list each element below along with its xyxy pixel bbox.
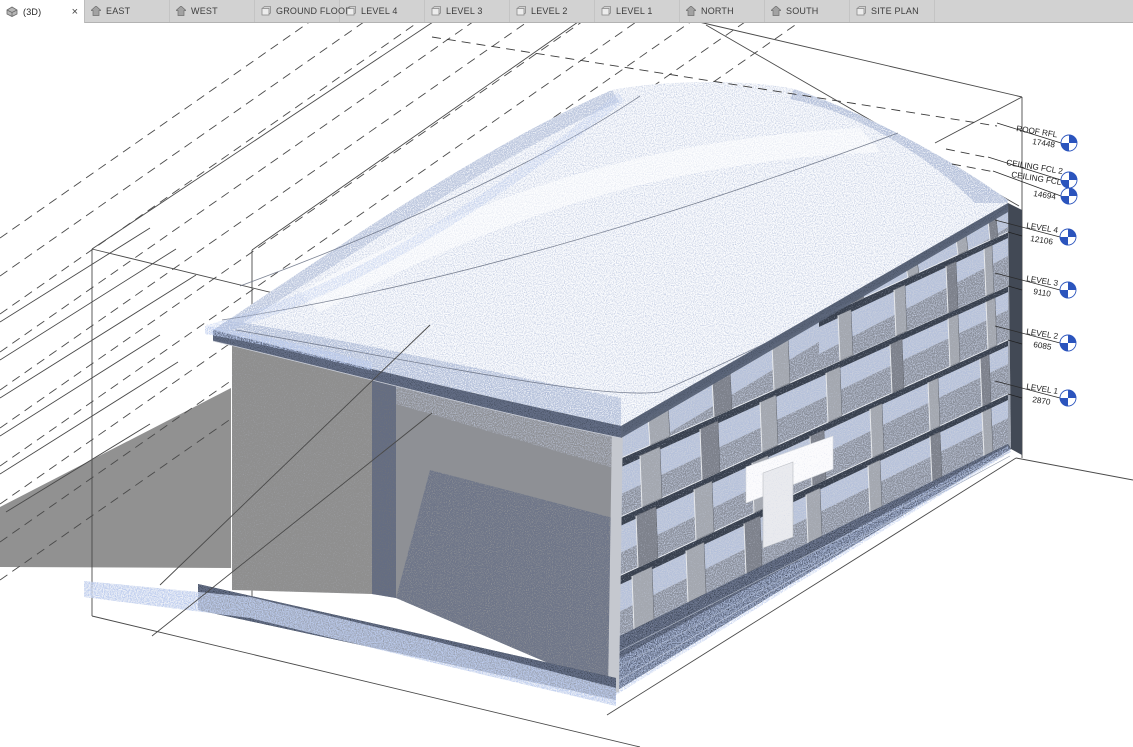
level-label: LEVEL 1: [1026, 382, 1059, 396]
plan-icon: [601, 6, 611, 16]
level-elevation-value: 9110: [1033, 287, 1052, 299]
tab-site-plan[interactable]: SITE PLAN: [850, 0, 935, 22]
tab-east[interactable]: EAST: [85, 0, 170, 22]
elevation-icon: [91, 6, 101, 16]
tab-3d-view[interactable]: (3D) ×: [0, 0, 85, 23]
tab-label: SITE PLAN: [871, 6, 919, 16]
tab-west[interactable]: WEST: [170, 0, 255, 22]
level-elevation-value: 2870: [1032, 395, 1052, 407]
level-label: LEVEL 3: [1026, 274, 1059, 288]
tab-label: SOUTH: [786, 6, 819, 16]
elevation-icon: [771, 6, 781, 16]
tab-label: EAST: [106, 6, 130, 16]
tab-label: NORTH: [701, 6, 734, 16]
tab-level-3[interactable]: LEVEL 3: [425, 0, 510, 22]
tab-label: LEVEL 4: [361, 6, 398, 16]
plan-icon: [346, 6, 356, 16]
tab-label: LEVEL 1: [616, 6, 653, 16]
tab-level-1[interactable]: LEVEL 1: [595, 0, 680, 22]
3d-view-canvas[interactable]: ROOF RFL17448CEILING FCL 2CEILING FCL146…: [0, 0, 1133, 747]
tab-level-2[interactable]: LEVEL 2: [510, 0, 595, 22]
tab-label: LEVEL 2: [531, 6, 568, 16]
tab-north[interactable]: NORTH: [680, 0, 765, 22]
level-label: LEVEL 4: [1026, 221, 1059, 235]
level-elevation-value: 12106: [1030, 234, 1054, 247]
tab-south[interactable]: SOUTH: [765, 0, 850, 22]
plan-icon: [516, 6, 526, 16]
plan-icon: [431, 6, 441, 16]
active-tab-label: (3D): [23, 7, 41, 17]
tab-bar-filler: [935, 0, 1133, 22]
level-label: LEVEL 2: [1026, 327, 1059, 341]
plan-icon: [261, 6, 271, 16]
level-marker[interactable]: ROOF RFL17448: [997, 123, 1077, 151]
tab-label: WEST: [191, 6, 218, 16]
plan-icon: [856, 6, 866, 16]
view-tab-bar: (3D) × EAST WEST GROUND FLOOR LEVEL 4 LEVEL …: [0, 0, 1133, 23]
revit-window: ROOF RFL17448CEILING FCL 2CEILING FCL146…: [0, 0, 1133, 747]
level-elevation-value: 17448: [1032, 137, 1056, 150]
level-elevation-value: 14694: [1033, 189, 1057, 202]
tab-label: LEVEL 3: [446, 6, 483, 16]
level-elevation-value: 6085: [1033, 340, 1053, 352]
elevation-icon: [176, 6, 186, 16]
close-tab-icon[interactable]: ×: [72, 7, 78, 17]
ground-shadow: [0, 388, 231, 568]
tab-ground-floor[interactable]: GROUND FLOOR: [255, 0, 340, 22]
tab-level-4[interactable]: LEVEL 4: [340, 0, 425, 22]
elevation-icon: [686, 6, 696, 16]
3d-view-icon: [6, 6, 18, 17]
